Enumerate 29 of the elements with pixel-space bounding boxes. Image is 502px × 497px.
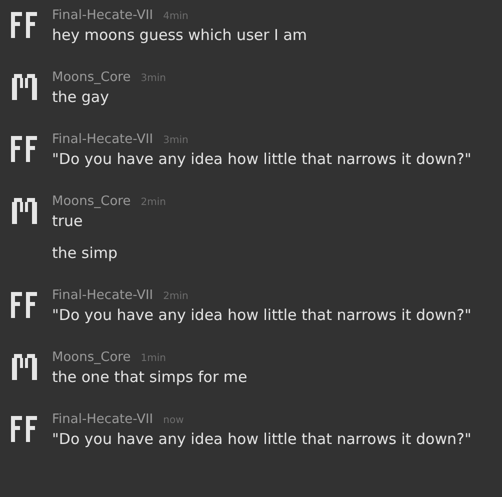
avatar-icon — [10, 196, 40, 226]
message-text: hey moons guess which user I am — [52, 26, 308, 44]
avatar-icon — [10, 352, 40, 382]
avatar-icon — [10, 134, 40, 164]
timestamp: 2min — [140, 197, 166, 208]
timestamp: 3min — [163, 135, 188, 146]
message-text: the one that simps for me — [52, 368, 248, 386]
author-name[interactable]: Moons_Core — [52, 350, 131, 365]
author-name[interactable]: Final-Hecate-VII — [52, 288, 154, 303]
message-text: the simp — [52, 244, 119, 262]
author-name[interactable]: Final-Hecate-VII — [52, 412, 154, 427]
avatar-icon — [10, 72, 40, 102]
message-text: "Do you have any idea how little that narrows it down?" — [52, 430, 472, 448]
timestamp: 4min — [163, 11, 188, 22]
message-text: true — [52, 212, 84, 230]
timestamp: 2min — [163, 291, 188, 302]
author-name[interactable]: Moons_Core — [52, 70, 131, 85]
author-name[interactable]: Final-Hecate-VII — [52, 132, 154, 147]
timestamp: 3min — [140, 73, 166, 84]
avatar-icon — [10, 414, 40, 444]
author-name[interactable]: Moons_Core — [52, 194, 131, 209]
message-text: "Do you have any idea how little that narrows it down?" — [52, 306, 472, 324]
message-text: the gay — [52, 88, 110, 106]
author-name[interactable]: Final-Hecate-VII — [52, 8, 154, 23]
timestamp: 1min — [140, 353, 166, 364]
message-text: "Do you have any idea how little that narrows it down?" — [52, 150, 472, 168]
avatar-icon — [10, 290, 40, 320]
avatar-icon — [10, 10, 40, 40]
timestamp: now — [163, 415, 184, 426]
